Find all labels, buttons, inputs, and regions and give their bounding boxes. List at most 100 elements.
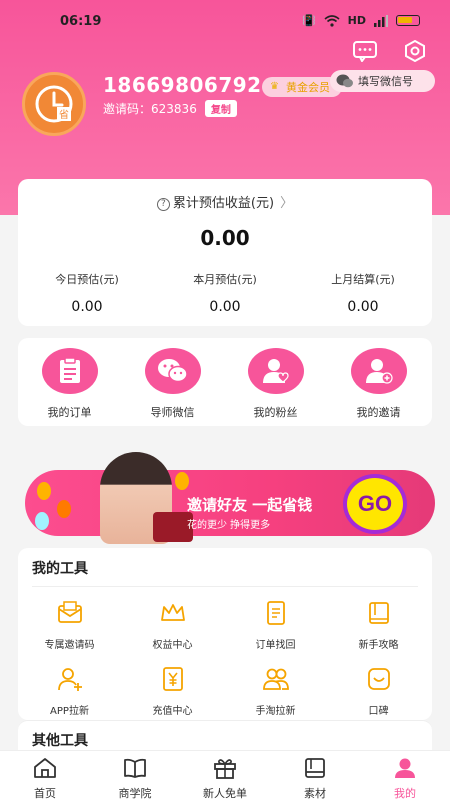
help-icon[interactable]: ? [156,198,170,211]
tab-home[interactable]: 首页 [0,751,90,800]
stat-value: 0.00 [209,299,241,315]
quick-my-fans[interactable]: 我的粉丝 [224,348,327,420]
stat-label: 上月结算(元) [331,273,395,286]
network-label: HD [347,14,366,27]
quick-my-orders[interactable]: 我的订单 [18,348,121,420]
tool-label: 专属邀请码 [44,640,95,651]
tool-label: 手淘拉新 [255,706,296,717]
user-phone: 18669806792 [103,73,262,97]
stat-label: 本月预估(元) [193,273,257,286]
tool-recharge-center[interactable]: 充值中心 [121,666,224,717]
invite-icon [365,359,393,384]
earnings-stat-today: 今日预估(元) 0.00 [18,271,156,315]
fill-wechat-button[interactable]: 填写微信号 [330,70,435,92]
member-level-label: 黄金会员 [286,81,330,94]
invite-code-label: 邀请码： [103,102,152,116]
tool-label: 充值中心 [152,706,193,717]
my-tools-title: 我的工具 [32,561,88,577]
tab-newcomer-free[interactable]: 新人免单 [180,751,270,800]
quick-label: 我的订单 [47,406,92,419]
tool-label: 订单找回 [255,640,296,651]
svg-text:省: 省 [59,108,69,121]
battery-icon [396,15,420,26]
tool-order-recovery[interactable]: 订单找回 [224,600,327,651]
status-bar: 06:19 📳 HD [0,0,450,40]
balloon-decoration [37,482,51,500]
stat-label: 今日预估(元) [55,273,119,286]
tool-label: 新手攻略 [358,640,399,651]
earnings-card: ? 累计预估收益(元) 〉 0.00 今日预估(元) 0.00 本月预估(元) 0.… [18,179,432,326]
chevron-right-icon: 〉 [280,196,294,211]
tab-academy[interactable]: 商学院 [90,751,180,800]
my-tools-card: 我的工具 专属邀请码 权益中心 订单找回 新手攻略 APP拉新 充值中心 手淘拉… [18,548,432,720]
quick-my-invites[interactable]: 我的邀请 [327,348,430,420]
wechat-icon [157,359,188,383]
balloon-decoration [175,472,189,490]
home-icon [34,758,56,778]
signal-icon [374,14,388,27]
stat-value: 0.00 [347,299,379,315]
quick-actions-card: 我的订单 导师微信 我的粉丝 我的邀请 [18,338,432,426]
vibrate-icon: 📳 [301,14,316,27]
envelope-icon [57,601,82,623]
tab-materials[interactable]: 素材 [270,751,360,800]
status-time: 06:19 [60,14,102,29]
crown-badge-icon: ♛ [270,81,279,92]
yen-icon [162,667,183,691]
tool-app-recruit[interactable]: APP拉新 [18,666,121,717]
document-icon [266,601,285,625]
tool-beginner-guide[interactable]: 新手攻略 [327,600,430,651]
crown-icon [160,604,185,621]
divider [32,586,418,587]
user-add-icon [57,668,82,691]
stat-value: 0.00 [71,299,103,315]
book-icon [368,602,389,624]
banner-subtitle: 花的更少 挣得更多 [187,520,271,531]
tab-profile[interactable]: 我的 [360,751,450,800]
status-icons: 📳 HD [302,14,420,27]
message-icon[interactable] [352,40,378,62]
invite-banner[interactable]: 邀请好友 一起省钱 花的更少 挣得更多 GO [25,452,435,547]
quick-label: 我的邀请 [356,406,401,419]
invite-code-value: 623836 [151,102,197,116]
earnings-title-row[interactable]: ? 累计预估收益(元) 〉 [18,192,432,211]
earnings-stat-last-month: 上月结算(元) 0.00 [294,271,432,315]
quick-label: 我的粉丝 [253,406,298,419]
earnings-stat-month: 本月预估(元) 0.00 [156,271,294,315]
tool-rights-center[interactable]: 权益中心 [121,600,224,651]
bottom-tab-bar: 首页 商学院 新人免单 素材 我的 [0,750,450,800]
earnings-title: 累计预估收益(元) [172,196,275,211]
tab-label: 素材 [304,787,326,800]
invite-code-row: 邀请码：623836 复制 [103,100,237,117]
tab-label: 首页 [34,787,56,800]
banner-go-button[interactable]: GO [343,474,407,534]
tool-taobao-recruit[interactable]: 手淘拉新 [224,666,327,717]
tab-label: 新人免单 [203,787,247,800]
tab-label: 我的 [394,787,416,800]
tool-label: 口碑 [368,706,389,717]
gift-icon [214,759,236,779]
clock-icon: 省 [35,85,73,123]
settings-icon[interactable] [402,40,428,62]
avatar[interactable]: 省 [22,72,86,136]
header-actions [352,40,428,62]
fans-icon [262,359,289,383]
tab-label: 商学院 [118,787,152,800]
quick-mentor-wechat[interactable]: 导师微信 [121,348,224,420]
order-icon [59,357,80,383]
earnings-total: 0.00 [200,226,250,250]
balloon-decoration [57,500,71,518]
other-tools-title: 其他工具 [32,733,88,749]
material-icon [305,758,325,778]
copy-invite-button[interactable]: 复制 [204,100,237,117]
tool-invite-code[interactable]: 专属邀请码 [18,600,121,651]
tool-label: APP拉新 [50,706,89,717]
fill-wechat-label: 填写微信号 [358,75,413,88]
book-open-icon [124,758,146,778]
tool-label: 权益中心 [152,640,193,651]
users-icon [262,668,289,690]
tool-koubei[interactable]: 口碑 [327,666,430,717]
quick-label: 导师微信 [150,406,195,419]
balloon-decoration [35,512,49,530]
banner-title: 邀请好友 一起省钱 [187,496,313,514]
